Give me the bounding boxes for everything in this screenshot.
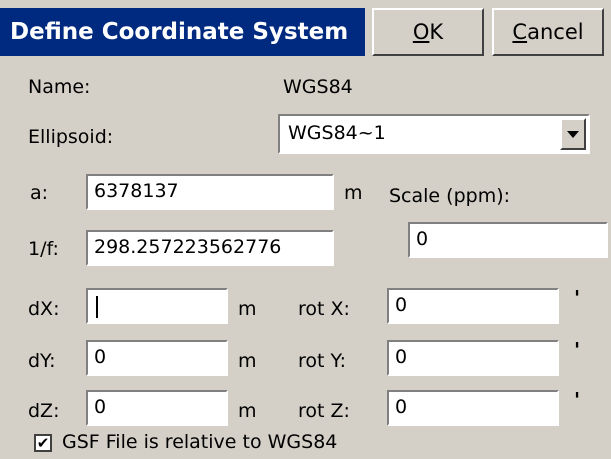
- ellipsoid-dropdown-button[interactable]: [560, 118, 586, 150]
- rot-x-label: rot X:: [298, 298, 350, 320]
- rot-y-field[interactable]: 0: [387, 340, 559, 376]
- rot-z-label: rot Z:: [298, 400, 350, 422]
- cancel-label-rest: ancel: [527, 20, 584, 44]
- dialog-body: Name: WGS84 Ellipsoid: WGS84~1 a: 637813…: [0, 60, 611, 459]
- dy-field[interactable]: 0: [86, 340, 228, 376]
- dz-unit: m: [238, 400, 257, 422]
- inverse-flattening-field[interactable]: 298.257223562776: [86, 230, 334, 266]
- scale-label: Scale (ppm):: [389, 185, 511, 207]
- dx-unit: m: [238, 298, 257, 320]
- ellipsoid-select[interactable]: WGS84~1: [278, 114, 590, 154]
- ok-button[interactable]: OK: [372, 8, 484, 56]
- dz-label: dZ:: [28, 400, 60, 422]
- ellipsoid-selected-value: WGS84~1: [288, 122, 386, 144]
- dy-unit: m: [238, 350, 257, 372]
- ellipsoid-label: Ellipsoid:: [28, 126, 114, 148]
- a-label: a:: [30, 182, 49, 204]
- rot-x-field[interactable]: 0: [387, 288, 559, 324]
- a-unit: m: [344, 182, 363, 204]
- title-bar: Define Coordinate System OK Cancel: [0, 0, 611, 60]
- dz-field[interactable]: 0: [86, 390, 228, 426]
- dx-field[interactable]: [86, 288, 228, 324]
- ok-accelerator: O: [412, 20, 430, 44]
- gsf-checkbox[interactable]: ✔: [34, 434, 52, 452]
- dialog-title: Define Coordinate System: [0, 8, 365, 56]
- a-field[interactable]: 6378137: [86, 174, 334, 210]
- rot-y-unit: ': [574, 338, 581, 362]
- name-value: WGS84: [283, 76, 353, 98]
- text-caret: [96, 296, 98, 318]
- rot-y-label: rot Y:: [298, 350, 346, 372]
- rot-z-field[interactable]: 0: [387, 390, 559, 426]
- define-coordinate-system-dialog: Define Coordinate System OK Cancel Name:…: [0, 0, 611, 459]
- gsf-checkbox-label[interactable]: GSF File is relative to WGS84: [62, 431, 337, 453]
- dx-label: dX:: [28, 298, 60, 320]
- dy-label: dY:: [28, 350, 56, 372]
- chevron-down-icon: [567, 130, 579, 138]
- rot-z-unit: ': [574, 388, 581, 412]
- name-label: Name:: [28, 76, 91, 98]
- scale-field[interactable]: 0: [408, 222, 608, 258]
- cancel-accelerator: C: [512, 20, 528, 44]
- inverse-flattening-label: 1/f:: [28, 238, 59, 260]
- cancel-button[interactable]: Cancel: [492, 8, 604, 56]
- ok-label-rest: K: [429, 20, 444, 44]
- rot-x-unit: ': [574, 286, 581, 310]
